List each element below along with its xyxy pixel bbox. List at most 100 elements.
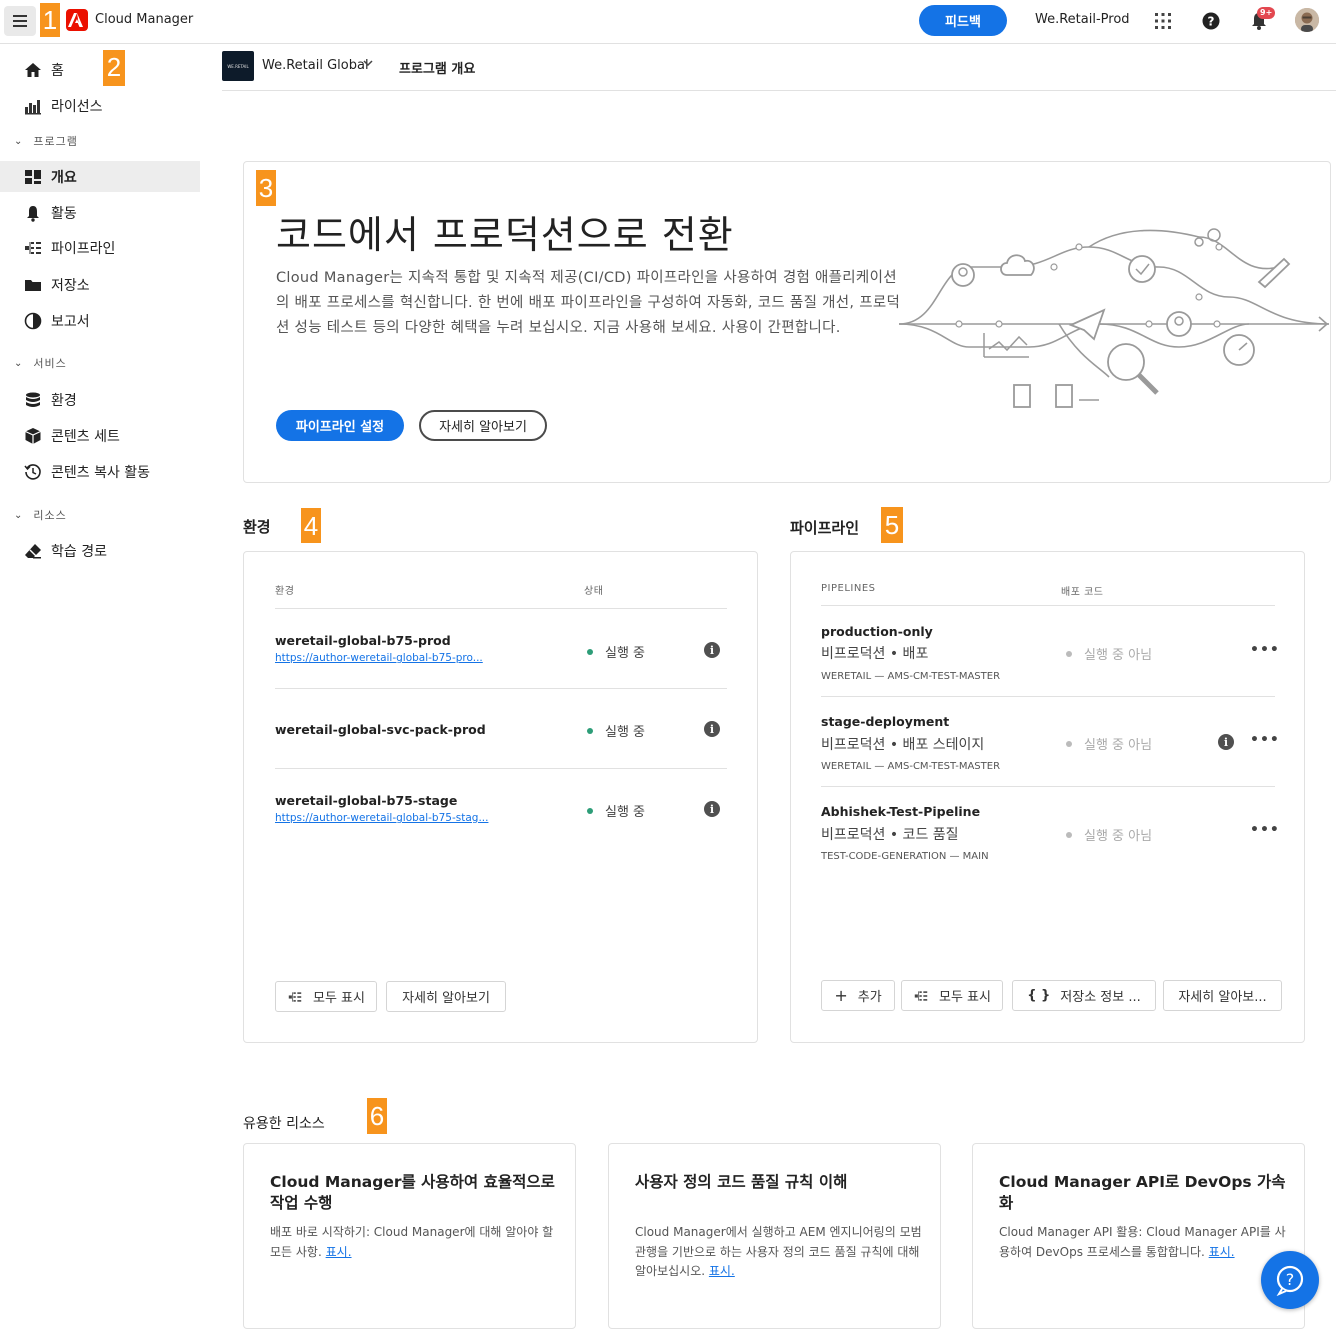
resource-card[interactable]: 사용자 정의 코드 품질 규칙 이해 Cloud Manager에서 실행하고 …	[608, 1143, 941, 1329]
hero-description: Cloud Manager는 지속적 통합 및 지속적 제공(CI/CD) 파이…	[276, 270, 901, 336]
pipeline-row-type: 비프로덕션 • 배포 스테이지	[821, 737, 985, 753]
app-title[interactable]: Cloud Manager	[95, 12, 193, 27]
status-dot-icon	[1066, 650, 1072, 657]
apps-grid-icon[interactable]	[1152, 10, 1174, 32]
sidebar-item-licenses[interactable]: 라이선스	[0, 90, 200, 121]
box-icon	[24, 427, 42, 445]
chevron-down-icon[interactable]	[362, 57, 374, 72]
pipeline-row-name[interactable]: production-only	[821, 624, 933, 639]
sidebar-item-label: 보고서	[51, 313, 90, 330]
resource-card-description: 배포 바로 시작하기: Cloud Manager에 대해 알아야 할 모든 사…	[270, 1225, 554, 1259]
pipeline-illustration-icon	[899, 228, 1330, 408]
status-dot-icon	[1066, 831, 1072, 838]
sidebar-item-label: 홈	[51, 62, 64, 79]
environments-card: 환경 상태 weretail-global-b75-prod https://a…	[243, 551, 758, 1043]
hamburger-menu-button[interactable]	[4, 6, 36, 36]
divider	[275, 608, 727, 609]
sidebar-item-overview[interactable]: 개요	[0, 161, 200, 192]
status-badge: 실행 중	[587, 642, 645, 661]
svg-text:?: ?	[1286, 1270, 1295, 1289]
page-title: 프로그램 개요	[399, 62, 476, 77]
history-icon	[24, 463, 42, 481]
resource-link[interactable]: 표시.	[709, 1264, 735, 1278]
add-pipeline-button[interactable]: + 추가	[821, 980, 895, 1011]
help-icon[interactable]: ?	[1200, 10, 1222, 32]
status-dot-icon	[587, 807, 593, 814]
chevron-down-icon: ⌄	[14, 135, 24, 147]
info-icon[interactable]: i	[704, 642, 720, 658]
more-actions-icon[interactable]: •••	[1250, 822, 1280, 838]
svg-text:?: ?	[1208, 15, 1215, 29]
sidebar-item-reports[interactable]: 보고서	[0, 305, 200, 336]
pipeline-row-name[interactable]: Abhishek-Test-Pipeline	[821, 804, 980, 819]
resource-card[interactable]: Cloud Manager API로 DevOps 가속화 Cloud Mana…	[972, 1143, 1305, 1329]
setup-pipeline-button[interactable]: 파이프라인 설정	[276, 410, 404, 441]
pipeline-row-repo: WERETAIL — AMS-CM-TEST-MASTER	[821, 671, 1001, 682]
sidebar-item-learning-path[interactable]: 학습 경로	[0, 535, 200, 566]
feedback-button[interactable]: 피드백	[919, 5, 1007, 36]
info-icon[interactable]: i	[704, 801, 720, 817]
folder-icon	[24, 276, 42, 294]
pipeline-icon	[914, 990, 928, 1001]
status-badge: 실행 중 아님	[1066, 644, 1152, 663]
sidebar-item-label: 콘텐츠 세트	[51, 428, 120, 445]
resource-card[interactable]: Cloud Manager를 사용하여 효율적으로 작업 수행 배포 바로 시작…	[243, 1143, 576, 1329]
adobe-logo-icon[interactable]	[66, 9, 88, 31]
marker-5: 5	[881, 507, 903, 543]
pipelines-column-header: PIPELINES	[821, 583, 876, 594]
sidebar-item-label: 콘텐츠 복사 활동	[51, 464, 151, 481]
env-row-name[interactable]: weretail-global-svc-pack-prod	[275, 722, 486, 737]
env-row-name[interactable]: weretail-global-b75-stage	[275, 793, 457, 808]
sidebar-item-label: 학습 경로	[51, 543, 107, 560]
hero-learn-more-button[interactable]: 자세히 알아보기	[419, 410, 547, 441]
sidebar-item-activity[interactable]: 활동	[0, 197, 200, 228]
org-switcher[interactable]: We.Retail-Prod	[1035, 12, 1130, 27]
pipelines-show-all-button[interactable]: 모두 표시	[901, 980, 1003, 1011]
sidebar-item-home[interactable]: 홈	[0, 54, 200, 85]
status-dot-icon	[1066, 740, 1072, 747]
info-icon[interactable]: i	[704, 721, 720, 737]
license-icon	[24, 97, 42, 115]
sidebar-section-resources[interactable]: ⌄ 리소스	[14, 507, 67, 523]
sidebar-item-content-sets[interactable]: 콘텐츠 세트	[0, 420, 200, 451]
chevron-down-icon: ⌄	[14, 357, 24, 369]
pipelines-learn-more-button[interactable]: 자세히 알아보...	[1163, 980, 1282, 1011]
env-row-link[interactable]: https://author-weretail-global-b75-pro..…	[275, 652, 483, 664]
resource-card-title: Cloud Manager를 사용하여 효율적으로 작업 수행	[270, 1173, 555, 1212]
env-row-link[interactable]: https://author-weretail-global-b75-stag.…	[275, 812, 488, 824]
status-dot-icon	[587, 648, 593, 655]
pipeline-row-repo: TEST-CODE-GENERATION — MAIN	[821, 851, 989, 862]
sidebar-section-services[interactable]: ⌄ 서비스	[14, 355, 67, 371]
hero-title: 코드에서 프로덕션으로 전환	[276, 213, 734, 257]
resource-link[interactable]: 표시.	[1209, 1245, 1235, 1259]
env-learn-more-button[interactable]: 자세히 알아보기	[386, 981, 506, 1012]
info-icon[interactable]: i	[1218, 734, 1234, 750]
env-row-name[interactable]: weretail-global-b75-prod	[275, 633, 451, 648]
more-actions-icon[interactable]: •••	[1250, 642, 1280, 658]
resource-link[interactable]: 표시.	[326, 1245, 352, 1259]
repo-info-button[interactable]: { } 저장소 정보 ...	[1012, 980, 1156, 1011]
divider	[275, 768, 727, 769]
eraser-icon	[24, 542, 42, 560]
sidebar-item-content-copy[interactable]: 콘텐츠 복사 활동	[0, 456, 200, 487]
more-actions-icon[interactable]: •••	[1250, 732, 1280, 748]
env-show-all-button[interactable]: 모두 표시	[275, 981, 377, 1012]
program-switcher[interactable]: We.Retail Global	[262, 58, 369, 73]
sidebar-section-program[interactable]: ⌄ 프로그램	[14, 133, 78, 149]
pipeline-row-repo: WERETAIL — AMS-CM-TEST-MASTER	[821, 761, 1001, 772]
chevron-down-icon: ⌄	[14, 509, 24, 521]
code-braces-icon: { }	[1027, 988, 1051, 1003]
sidebar-item-repositories[interactable]: 저장소	[0, 269, 200, 300]
resource-card-title: Cloud Manager API로 DevOps 가속화	[999, 1173, 1286, 1212]
resource-card-description: Cloud Manager에서 실행하고 AEM 엔지니어링의 모범 관행을 기…	[635, 1225, 922, 1278]
marker-3: 3	[256, 170, 276, 206]
marker-6: 6	[367, 1098, 387, 1134]
pipeline-row-name[interactable]: stage-deployment	[821, 714, 949, 729]
help-chat-button[interactable]: ?	[1261, 1251, 1319, 1309]
sidebar-item-pipelines[interactable]: 파이프라인	[0, 232, 200, 263]
marker-1: 1	[40, 3, 60, 37]
user-avatar[interactable]	[1295, 8, 1319, 32]
question-bubble-icon: ?	[1276, 1265, 1304, 1296]
status-badge: 실행 중 아님	[1066, 734, 1152, 753]
sidebar-item-environments[interactable]: 환경	[0, 384, 200, 415]
